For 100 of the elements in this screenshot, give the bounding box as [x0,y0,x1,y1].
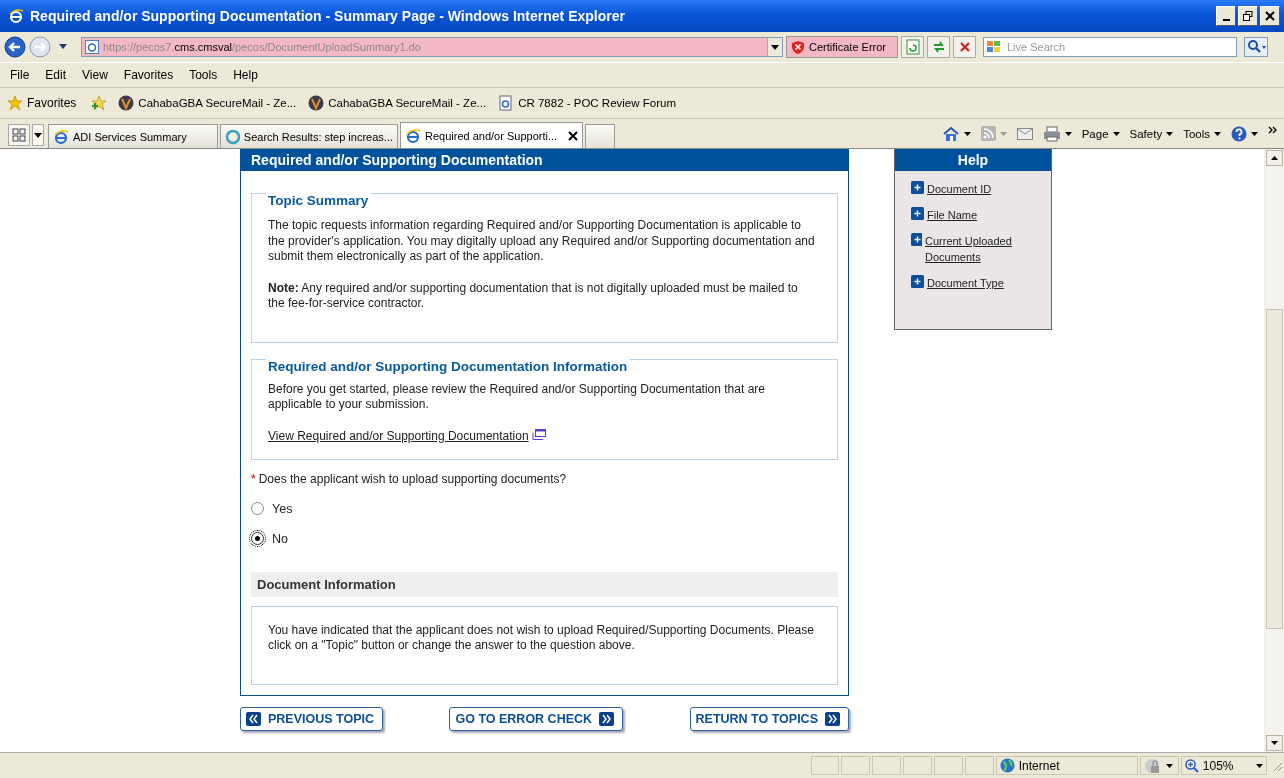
quick-tabs-button[interactable] [8,124,30,146]
new-window-icon [530,428,546,440]
printer-icon [1042,125,1061,142]
dropdown-arrow-icon [963,131,971,136]
menu-item[interactable]: View [82,68,108,82]
status-pane [964,756,994,775]
info-text: Before you get started, please review the Required and/or Supporting Documentation that are applicable to your submission. [268,381,766,413]
v-logo-icon [118,95,135,111]
print-button[interactable] [1042,125,1072,142]
back-button[interactable] [4,36,26,58]
status-pane [841,756,871,775]
note-text: Note: Any required and/or supporting documentation that is not digitally uploaded must be mailed to the fee-for-service contractor. [268,280,799,312]
favorite-link[interactable]: CahabaGBA SecureMail - Ze... [118,95,297,111]
browser-tab[interactable]: Search Results: step increas... [220,124,398,148]
plus-icon[interactable] [911,207,924,220]
stop-button[interactable] [953,36,976,58]
compatibility-button[interactable] [901,36,924,58]
menu-item[interactable]: Edit [45,68,67,82]
dropdown-arrow-icon [1251,131,1258,136]
navigation-button[interactable]: GO TO ERROR CHECK [449,706,624,731]
radio-label: No [272,531,288,546]
favorites-button[interactable]: Favorites [7,95,77,111]
close-button[interactable] [1260,6,1280,26]
plus-icon[interactable] [911,275,924,288]
help-button[interactable] [1231,125,1258,142]
house-icon [941,125,960,142]
dropdown-arrow-icon [1064,131,1072,136]
loading-ring-icon [225,128,240,145]
dropdown-arrow-icon [1255,763,1263,768]
page-icon [85,40,99,54]
search-button[interactable] [1244,37,1268,57]
shield-error-icon [791,40,805,54]
command-menu-button[interactable]: Tools [1183,127,1221,140]
browser-tab[interactable]: Required and/or Supporti... [400,122,583,148]
menu-item[interactable]: Help [233,68,258,82]
chevron-icon[interactable] [1268,125,1278,136]
security-zone: Internet [995,756,1139,775]
page-icon [498,95,515,111]
menu-item[interactable]: File [10,68,30,82]
menu-item[interactable]: Tools [189,68,218,82]
page-refresh-icon [904,39,921,55]
help-link[interactable]: Document Type [927,275,1004,291]
rss-icon [980,126,996,141]
help-link[interactable]: Document ID [927,181,992,197]
radio-button[interactable] [251,532,264,545]
favorite-link[interactable]: CahabaGBA SecureMail - Ze... [308,95,487,111]
scrollbar[interactable] [1264,149,1284,752]
window-title: Required and/or Supporting Documentation - Summary Page - Windows Internet Explorer [30,8,626,24]
home-button[interactable] [941,125,971,142]
radio-button[interactable] [251,502,264,515]
dropdown-arrow-icon [1166,131,1174,136]
scroll-up-icon[interactable] [1266,150,1283,166]
dropdown-arrow-icon [34,132,42,138]
status-pane [934,756,963,775]
plus-icon[interactable] [911,181,924,194]
address-dropdown[interactable] [767,38,782,56]
dropdown-arrow-icon [771,44,779,50]
close-tab-icon[interactable] [568,130,578,141]
search-icon [1246,39,1266,55]
feeds-button[interactable] [980,126,1007,141]
status-pane [810,756,840,775]
minimize-button[interactable] [1216,6,1236,26]
browser-logo-icon [8,8,24,24]
question-text: Does the applicant wish to upload supporting documents? [258,471,567,486]
dropdown-arrow-icon [1214,131,1221,136]
help-link[interactable]: Current Uploaded Documents [925,233,1035,265]
navigation-button[interactable]: RETURN TO TOPICS [689,706,849,731]
message-text: You have indicated that the applicant does not wish to upload Required/Supporting Documents. Please click on a "Topic" button or change the answer to the question above. [268,622,815,654]
restore-icon [1243,11,1253,21]
panel-header: Required and/or Supporting Documentation [241,149,848,171]
browser-tab[interactable]: ADI Services Summary [48,124,218,148]
ie-logo-icon [405,127,421,144]
documentation-link[interactable]: View Required and/or Supporting Documentation [268,428,529,443]
search-box[interactable]: Live Search [983,37,1237,57]
menu-item[interactable]: Favorites [123,68,174,82]
url-text: https://pecos7.cms.cmsval/pecos/DocumentUploadSummary1.do [103,41,422,53]
command-menu-button[interactable]: Page [1081,127,1120,140]
required-mark: * [251,471,256,486]
certificate-error-button[interactable]: Certificate Error [786,36,898,58]
status-pane [872,756,902,775]
plus-icon[interactable] [911,233,922,246]
zoom-button[interactable]: 105% [1180,756,1267,775]
restore-button[interactable] [1238,6,1258,26]
help-title: Help [895,149,1051,171]
command-menu-button[interactable]: Safety [1129,127,1174,140]
help-link[interactable]: File Name [927,207,978,223]
dropdown-arrow-icon [1166,763,1174,768]
address-field[interactable]: https://pecos7.cms.cmsval/pecos/DocumentUploadSummary1.do [81,37,783,57]
double-right-icon [825,711,840,726]
scroll-down-icon[interactable] [1266,735,1283,751]
protected-mode-button[interactable] [1140,756,1179,775]
navigation-button[interactable]: PREVIOUS TOPIC [240,706,384,731]
radio-label: Yes [272,501,293,516]
favorite-link[interactable]: CR 7882 - POC Review Forum [498,95,676,111]
new-tab-button[interactable] [585,124,615,148]
refresh-button[interactable] [927,36,950,58]
double-right-icon [599,711,615,726]
section-title: Required and/or Supporting Documentation Information [266,358,630,374]
tab-list-button[interactable] [32,124,44,146]
mail-button[interactable] [1016,127,1033,140]
